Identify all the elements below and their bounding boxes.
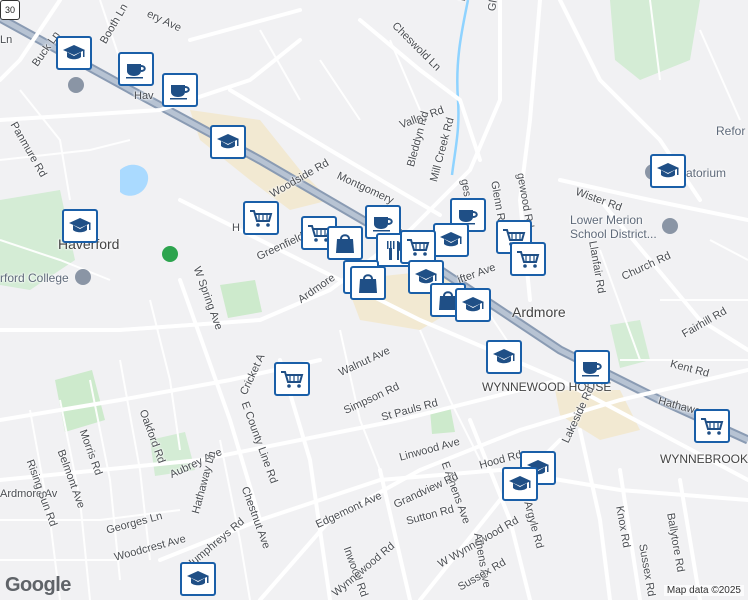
school-icon <box>656 161 680 181</box>
cafe-marker[interactable] <box>574 350 610 384</box>
poi-label-atorium[interactable]: atorium <box>686 166 726 180</box>
shop-marker[interactable] <box>694 409 730 443</box>
poi-label-reform[interactable]: Refor <box>716 124 745 138</box>
shop-icon <box>249 208 273 228</box>
shop-icon <box>700 416 724 436</box>
street-label: Hav <box>134 90 154 102</box>
school-icon <box>508 474 532 494</box>
school-icon <box>461 295 485 315</box>
shop-marker[interactable] <box>274 362 310 396</box>
cafe-icon <box>456 205 480 225</box>
shop-marker[interactable] <box>400 230 436 264</box>
cafe-marker[interactable] <box>162 73 198 107</box>
street-label: Ln <box>0 34 13 46</box>
school-icon <box>62 43 86 63</box>
shop-icon <box>280 369 304 389</box>
school-icon <box>492 347 516 367</box>
street-label: H <box>232 222 240 234</box>
cafe-icon <box>124 59 148 79</box>
school-icon <box>439 230 463 250</box>
school-icon <box>216 132 240 152</box>
school-icon <box>68 216 92 236</box>
shop-icon <box>516 249 540 269</box>
shop-icon <box>356 272 380 294</box>
shop-marker[interactable] <box>350 266 386 300</box>
cafe-icon <box>580 357 604 377</box>
poi-label-haverford-college[interactable]: rford College <box>0 271 69 285</box>
map-canvas[interactable]: 30 Haverford Ardmore WYNNEWOOD HOUSE WYN… <box>0 0 748 600</box>
place-label-wynnebrook-manor: WYNNEBROOK MANOR <box>660 452 748 466</box>
school-marker[interactable] <box>62 209 98 243</box>
school-marker[interactable] <box>455 288 491 322</box>
school-icon <box>186 569 210 589</box>
shop-marker[interactable] <box>243 201 279 235</box>
route-30-shield: 30 <box>0 0 20 20</box>
school-marker[interactable] <box>56 36 92 70</box>
school-marker[interactable] <box>486 340 522 374</box>
poi-label-lower-merion-school[interactable]: Lower Merion School District... <box>570 213 662 241</box>
shop-icon <box>333 232 357 254</box>
map-base-layer <box>0 0 748 600</box>
google-logo: Google <box>5 574 71 596</box>
shop-icon <box>406 237 430 257</box>
shop-marker[interactable] <box>327 226 363 260</box>
shop-marker[interactable] <box>510 242 546 276</box>
map-attribution[interactable]: Map data ©2025 <box>663 585 744 596</box>
cafe-marker[interactable] <box>118 52 154 86</box>
cafe-icon <box>371 212 395 232</box>
cafe-icon <box>168 80 192 100</box>
school-marker[interactable] <box>180 562 216 596</box>
school-marker[interactable] <box>502 467 538 501</box>
school-marker[interactable] <box>650 154 686 188</box>
place-label-ardmore: Ardmore <box>512 304 566 320</box>
school-marker[interactable] <box>210 125 246 159</box>
school-marker[interactable] <box>433 223 469 257</box>
